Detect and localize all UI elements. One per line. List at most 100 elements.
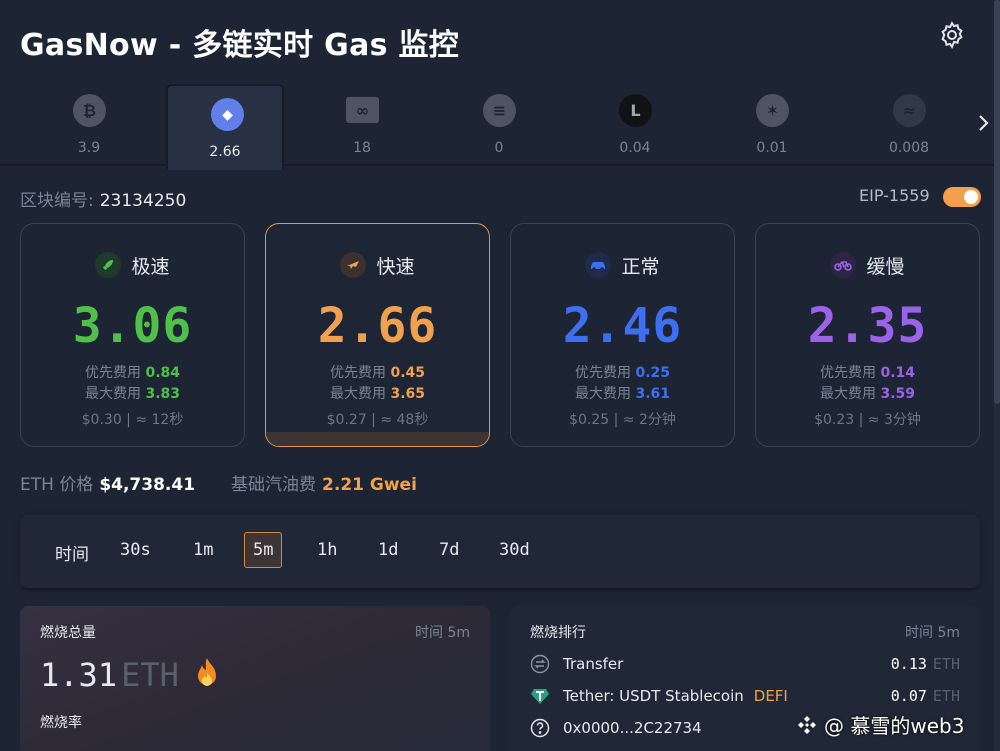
gas-card-fast[interactable]: 快速 2.66 优先费用 0.45 最大费用 3.65 $0.27 | ≈ 48… <box>265 223 490 447</box>
priority-fee-line: 优先费用 0.14 <box>756 362 979 382</box>
priority-fee-line: 优先费用 0.45 <box>266 362 489 382</box>
gas-value: 2.46 <box>562 298 683 354</box>
max-fee-value: 3.65 <box>390 386 425 402</box>
block-number-row: 区块编号: 23134250 <box>20 186 186 211</box>
time-option-30s[interactable]: 30s <box>112 532 159 568</box>
priority-fee-label: 优先费用 <box>330 365 386 381</box>
scrollbar-thumb[interactable] <box>994 0 1000 404</box>
card-label: 快速 <box>376 255 415 278</box>
max-fee-label: 最大费用 <box>85 386 141 402</box>
priority-fee-label: 优先费用 <box>575 365 631 381</box>
chain-tab-starknet[interactable]: ✶ 0.01 <box>713 82 831 166</box>
watermark-text: @ 慕雪的web3 <box>824 714 965 738</box>
priority-fee-value: 0.14 <box>880 365 915 381</box>
tether-icon <box>531 689 549 704</box>
app-title: GasNow - 多链实时 Gas 监控 <box>20 28 460 63</box>
bitcoin-icon: ₿ <box>73 94 106 127</box>
card-highlight-bar <box>266 432 489 446</box>
list-item-name: Transfer <box>563 655 624 673</box>
card-footer: $0.30 | ≈ 12秒 <box>81 412 184 428</box>
time-option-1d[interactable]: 1d <box>370 532 406 568</box>
chain-tab-value: 18 <box>353 140 371 156</box>
time-filter-label: 时间 <box>55 545 89 565</box>
chain-tab-other[interactable]: ≈ 0.008 <box>850 82 968 166</box>
block-number: 23134250 <box>99 191 187 211</box>
time-option-1h[interactable]: 1h <box>309 532 345 568</box>
eth-price-value: $4,738.41 <box>99 475 196 495</box>
time-option-30d[interactable]: 30d <box>491 532 538 568</box>
card-footer: $0.25 | ≈ 2分钟 <box>569 412 676 428</box>
scrollbar[interactable] <box>994 0 1000 751</box>
max-fee-line: 最大费用 3.65 <box>266 383 489 403</box>
list-item-value: 0.13 ETH <box>890 655 960 673</box>
gas-card-rapid[interactable]: 极速 3.06 优先费用 0.84 最大费用 3.83 $0.30 | ≈ 12… <box>20 223 245 447</box>
car-icon <box>585 252 612 278</box>
binance-square-icon <box>798 716 816 734</box>
flame-icon <box>198 658 216 686</box>
base-fee-value: 2.21 Gwei <box>322 475 417 495</box>
list-item-name: 0x0000...2C22734 <box>563 719 702 737</box>
eip-1559-label: EIP-1559 <box>859 186 930 205</box>
watermark: @ 慕雪的web3 <box>796 710 964 739</box>
chain-tab-value: 0.008 <box>888 140 930 156</box>
polygon-icon: ∞ <box>346 97 379 123</box>
priority-fee-value: 0.25 <box>635 365 670 381</box>
list-item[interactable]: Tether: USDT Stablecoin DEFI 0.07 ETH <box>530 684 960 710</box>
max-fee-label: 最大费用 <box>820 386 876 402</box>
price-row: ETH 价格 $4,738.41 基础汽油费 2.21 Gwei <box>20 470 417 495</box>
max-fee-line: 最大费用 3.59 <box>756 383 979 403</box>
starknet-icon: ✶ <box>756 94 789 127</box>
max-fee-value: 3.59 <box>880 386 915 402</box>
card-label: 极速 <box>131 255 170 278</box>
base-fee-label: 基础汽油费 <box>231 475 317 495</box>
chain-tab-value: 0 <box>494 140 504 156</box>
list-item[interactable]: Transfer 0.13 ETH <box>530 652 960 678</box>
burn-total-unit: ETH <box>121 656 179 694</box>
toggle-knob <box>964 190 978 204</box>
list-item-value: 0.07 ETH <box>890 687 960 705</box>
max-fee-line: 最大费用 3.61 <box>511 383 734 403</box>
unknown-contract-icon <box>530 718 550 738</box>
gas-card-slow[interactable]: 缓慢 2.35 优先费用 0.14 最大费用 3.59 $0.23 | ≈ 3分… <box>755 223 980 447</box>
priority-fee-label: 优先费用 <box>820 365 876 381</box>
chain-tabs: ₿ 3.9 ◆ 2.66 ∞ 18 ≡ 0 L 0.04 ✶ 0.01 ≈ 0.… <box>0 82 1000 170</box>
block-number-label: 区块编号: <box>20 191 94 211</box>
gas-value: 2.66 <box>317 298 438 354</box>
card-label: 缓慢 <box>866 255 905 278</box>
linea-icon: L <box>619 94 652 127</box>
priority-fee-line: 优先费用 0.84 <box>21 362 244 382</box>
eip-1559-toggle[interactable] <box>943 187 981 207</box>
max-fee-label: 最大费用 <box>330 386 386 402</box>
chain-tab-linea[interactable]: L 0.04 <box>576 82 694 166</box>
card-label: 正常 <box>621 255 660 278</box>
gas-card-standard[interactable]: 正常 2.46 优先费用 0.25 最大费用 3.61 $0.25 | ≈ 2分… <box>510 223 735 447</box>
chain-tab-btc[interactable]: ₿ 3.9 <box>30 82 148 166</box>
burn-rate-label: 燃烧率 <box>40 715 82 731</box>
defi-badge: DEFI <box>753 687 788 705</box>
chain-tab-value: 0.01 <box>756 140 788 156</box>
gas-value: 2.35 <box>807 298 928 354</box>
gas-value: 3.06 <box>72 298 193 354</box>
other-chain-icon: ≈ <box>893 94 926 127</box>
list-item-name: Tether: USDT Stablecoin DEFI <box>563 687 788 705</box>
time-option-1m[interactable]: 1m <box>185 532 221 568</box>
chain-tab-eth[interactable]: ◆ 2.66 <box>166 84 284 170</box>
chevron-right-icon[interactable] <box>972 108 994 138</box>
max-fee-value: 3.61 <box>635 386 670 402</box>
gear-icon[interactable] <box>937 20 967 50</box>
time-option-5m[interactable]: 5m <box>244 532 283 568</box>
airplane-icon <box>340 252 367 278</box>
burn-total-title: 燃烧总量 <box>40 625 96 641</box>
burn-total-value: 1.31 <box>40 656 118 694</box>
chain-tab-polygon[interactable]: ∞ 18 <box>303 82 421 166</box>
max-fee-line: 最大费用 3.83 <box>21 383 244 403</box>
burn-ranking-timeframe: 时间 5m <box>905 625 960 641</box>
priority-fee-line: 优先费用 0.25 <box>511 362 734 382</box>
time-option-7d[interactable]: 7d <box>431 532 467 568</box>
chain-tab-scroll[interactable]: ≡ 0 <box>440 82 558 166</box>
bicycle-icon <box>830 252 857 278</box>
scroll-icon: ≡ <box>483 94 516 127</box>
burn-total-panel: 燃烧总量 时间 5m 1.31 ETH 燃烧率 <box>20 606 490 751</box>
chain-tab-value: 3.9 <box>77 140 101 156</box>
header: GasNow - 多链实时 Gas 监控 <box>0 0 1000 80</box>
